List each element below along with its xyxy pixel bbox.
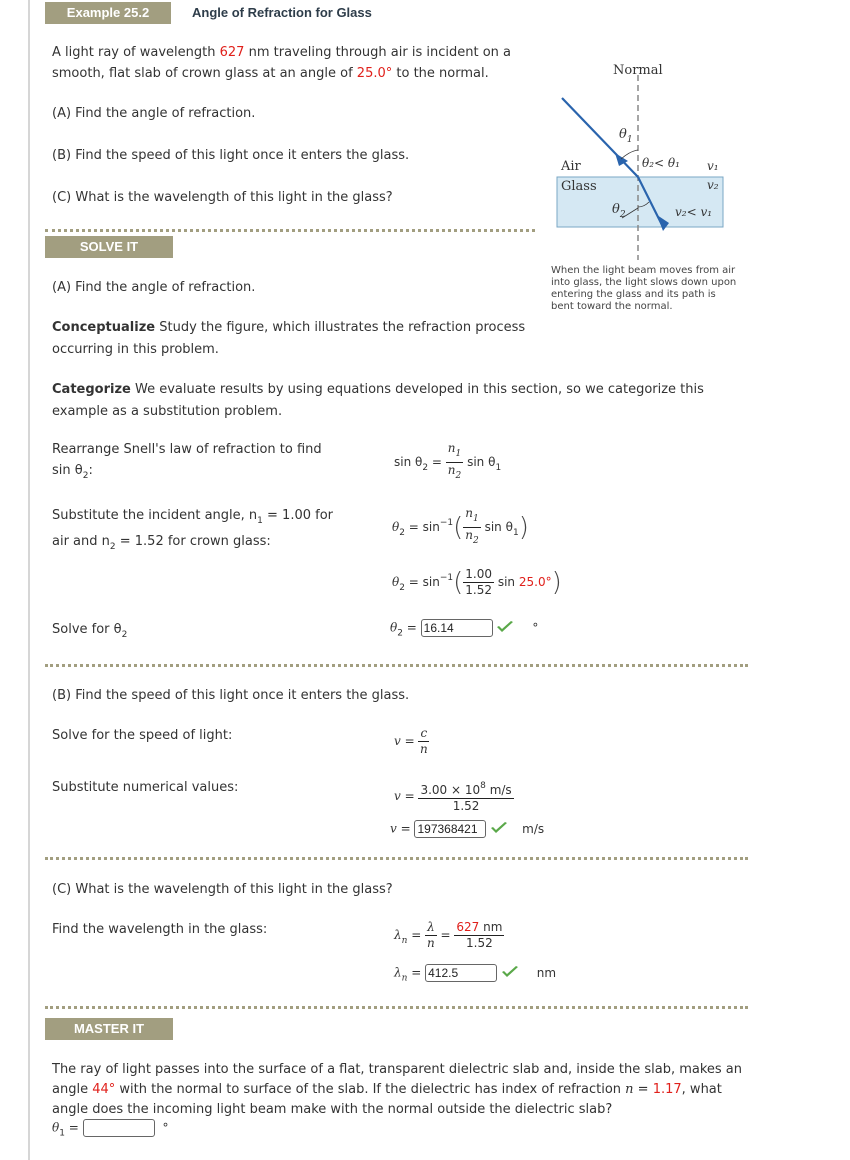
- step-substitute-line-2: air and n2 = 1.52 for crown glass:: [52, 534, 271, 552]
- index-value: 1.17: [652, 1082, 682, 1097]
- speed-answer-input[interactable]: 197368421: [414, 820, 487, 838]
- problem-line-1: A light ray of wavelength 627 nm traveli…: [52, 45, 511, 60]
- master-it-label: MASTER IT: [45, 1018, 173, 1040]
- solve-part-b: (B) Find the speed of this light once it…: [52, 688, 410, 703]
- left-border: [28, 0, 30, 1160]
- answer-wavelength-row: λn = 412.5 nm: [394, 964, 557, 984]
- theta1-arc: [620, 149, 639, 160]
- angle-relation: θ₂< θ₁: [642, 156, 680, 170]
- divider: [45, 664, 748, 667]
- speed-unit: m/s: [522, 821, 545, 836]
- v1-label: v₁: [707, 159, 719, 173]
- conceptualize-line-1: Conceptualize Study the figure, which il…: [52, 320, 526, 335]
- check-icon: [496, 620, 514, 637]
- wavelength-highlight: 627: [456, 920, 480, 934]
- question-b: (B) Find the speed of this light once it…: [52, 148, 410, 163]
- theta2-label: θ2: [612, 202, 626, 220]
- equation-inverse: θ2 = sin−1(n1 n2 sin θ1): [392, 506, 529, 546]
- wavelength-value: 627: [219, 45, 245, 60]
- equation-wavelength: λn = λn = 627 nm 1.52: [394, 920, 505, 950]
- question-a: (A) Find the angle of refraction.: [52, 106, 256, 121]
- check-icon: [501, 965, 519, 982]
- categorize-line-1: Categorize We evaluate results by using …: [52, 382, 704, 397]
- solve-it-label: SOLVE IT: [45, 236, 173, 258]
- refraction-figure: Normal θ1 Air θ₂< θ₁ v₁ Glass v₂ θ2 v₂< …: [545, 55, 745, 265]
- slab-angle: 44°: [92, 1082, 116, 1097]
- theta1-label: θ1: [619, 127, 633, 145]
- angle-value: 25.0°: [356, 66, 393, 81]
- master-it-line-3: angle does the incoming light beam make …: [52, 1102, 613, 1117]
- step-solve: Solve for θ2: [52, 622, 128, 640]
- incident-angle: 25.0°: [518, 575, 552, 589]
- step-rearrange-line-2: sin θ2:: [52, 463, 93, 481]
- speed-relation: v₂< v₁: [675, 205, 713, 219]
- step-substitute-line-1: Substitute the incident angle, n1 = 1.00…: [52, 508, 334, 526]
- divider: [45, 857, 748, 860]
- answer-theta2-row: θ2 = 16.14 °: [390, 619, 539, 639]
- master-it-line-2: angle 44° with the normal to surface of …: [52, 1082, 722, 1097]
- solve-part-c: (C) What is the wavelength of this light…: [52, 882, 393, 897]
- solve-part-a: (A) Find the angle of refraction.: [52, 280, 256, 295]
- air-label: Air: [561, 159, 581, 174]
- step-rearrange-line-1: Rearrange Snell's law of refraction to f…: [52, 442, 322, 457]
- conceptualize-line-2: occurring in this problem.: [52, 342, 219, 357]
- equation-snell: sin θ2 = n1 n2 sin θ1: [394, 441, 501, 484]
- step-speed: Solve for the speed of light:: [52, 728, 233, 743]
- theta1-answer-input[interactable]: [82, 1119, 155, 1137]
- v2-label: v₂: [707, 178, 719, 192]
- degree-unit: °: [162, 1120, 169, 1135]
- example-title: Angle of Refraction for Glass: [192, 5, 372, 20]
- fraction-denominator: n2: [447, 463, 462, 481]
- figure-caption: When the light beam moves from air into …: [551, 265, 737, 312]
- step-wavelength: Find the wavelength in the glass:: [52, 922, 268, 937]
- master-it-line-1: The ray of light passes into the surface…: [52, 1062, 743, 1077]
- master-it-answer-row: θ1 = °: [52, 1119, 169, 1139]
- question-c: (C) What is the wavelength of this light…: [52, 190, 393, 205]
- wavelength-unit: nm: [536, 965, 557, 980]
- divider: [45, 229, 535, 232]
- fraction-numerator: n1: [445, 441, 464, 463]
- problem-line-2: smooth, flat slab of crown glass at an a…: [52, 66, 489, 81]
- divider: [45, 1006, 748, 1009]
- step-substitute-values: Substitute numerical values:: [52, 780, 239, 795]
- example-label: Example 25.2: [45, 2, 171, 24]
- equation-speed: v = cn: [394, 726, 430, 756]
- wavelength-answer-input[interactable]: 412.5: [425, 964, 498, 982]
- glass-label: Glass: [561, 179, 597, 194]
- degree-unit: °: [532, 620, 539, 635]
- answer-speed-row: v = 197368421 m/s: [390, 820, 545, 838]
- check-icon: [490, 821, 508, 838]
- theta2-answer-input[interactable]: 16.14: [420, 619, 493, 637]
- equation-speed-values: v = 3.00 × 108 m/s 1.52: [394, 781, 514, 813]
- equation-substituted: θ2 = sin−1(1.00 1.52 sin 25.0°): [392, 567, 562, 598]
- normal-label: Normal: [613, 63, 663, 78]
- categorize-line-2: example as a substitution problem.: [52, 404, 283, 419]
